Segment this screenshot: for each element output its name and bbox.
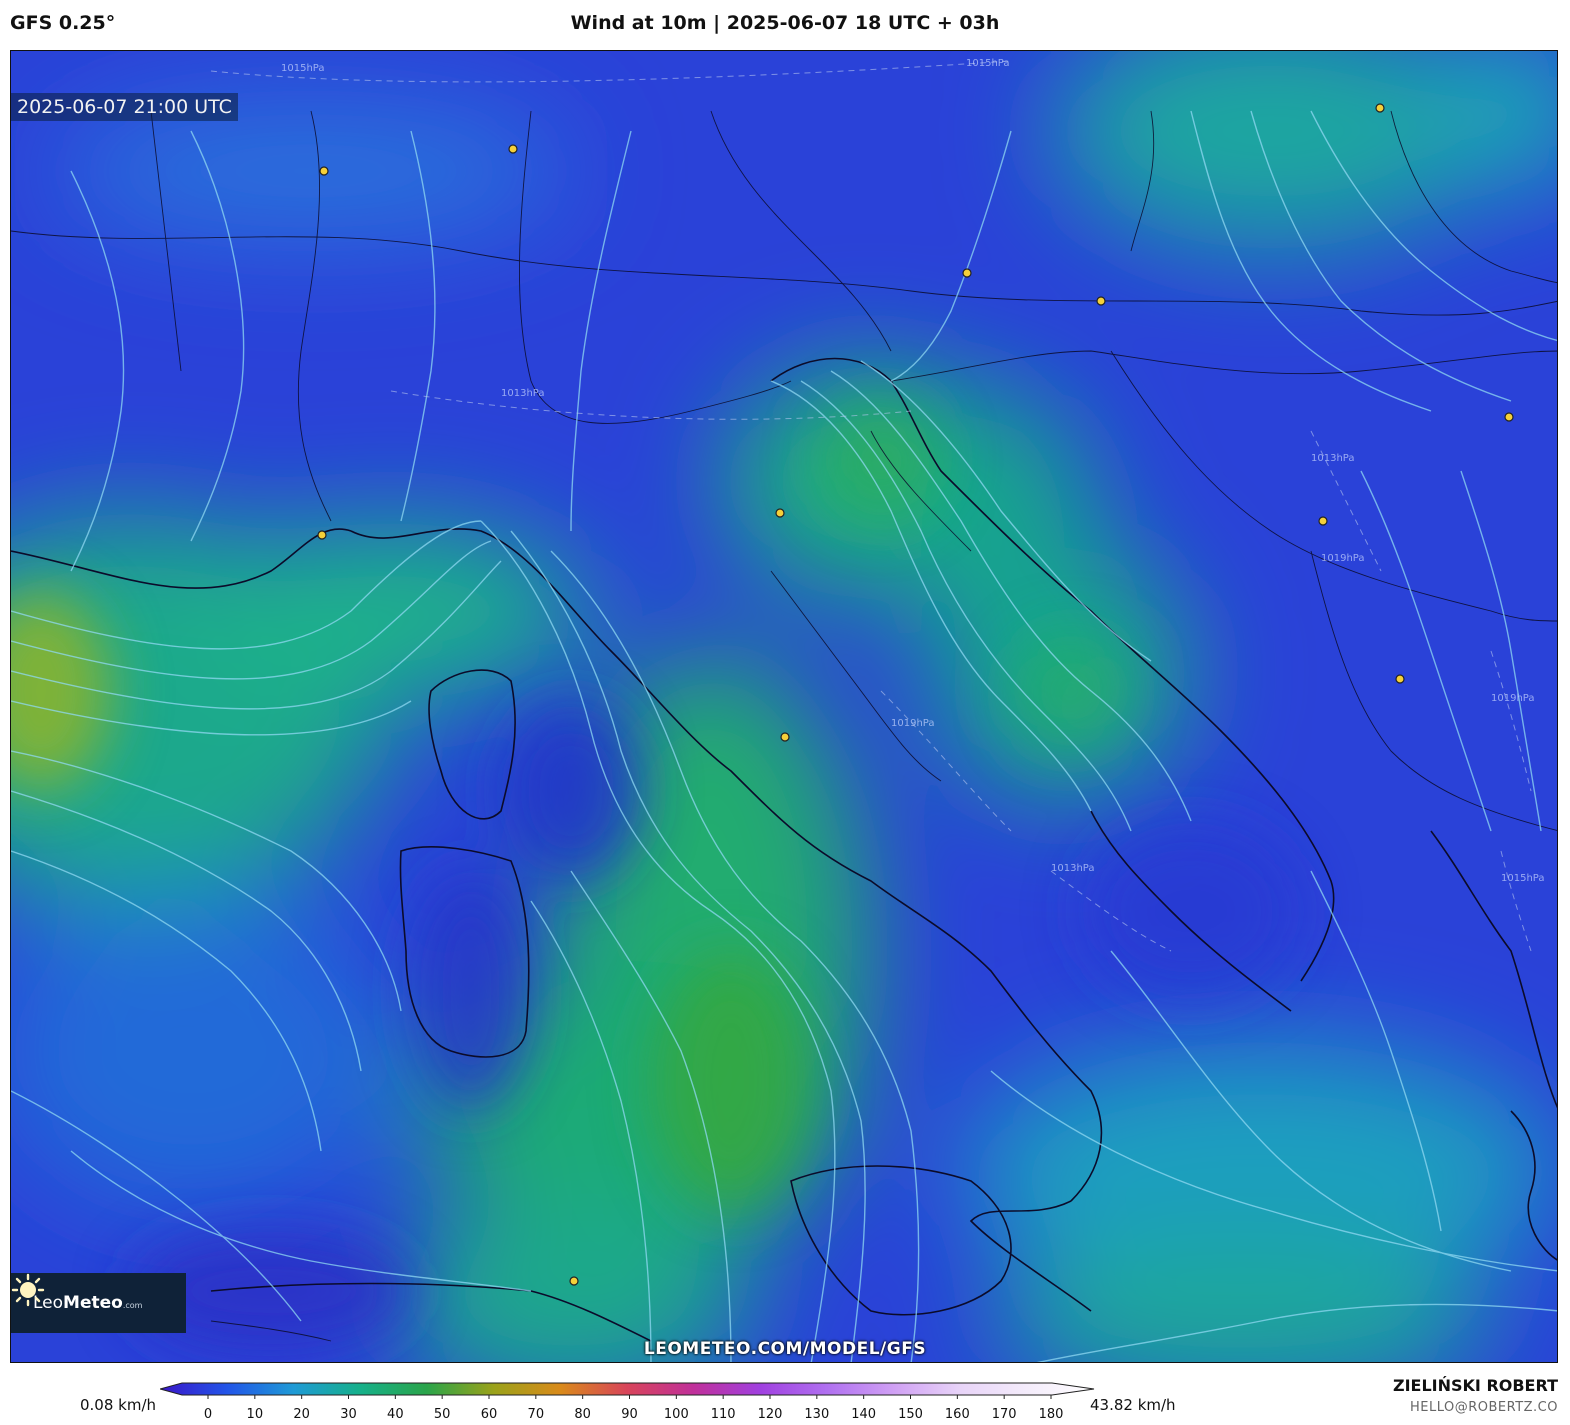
colorbar-tick-label: 110 bbox=[711, 1407, 736, 1422]
colorbar-tick-label: 20 bbox=[293, 1407, 310, 1422]
wind-speed-colorbar: 0 10 20 30 40 50 60 70 80 90 100 110 120 130 140 150 160… bbox=[160, 1382, 1095, 1422]
svg-text:1019hPa: 1019hPa bbox=[1321, 553, 1365, 564]
colorbar-bar bbox=[160, 1382, 1095, 1396]
brand-logo[interactable]: LeoMeteo.com bbox=[11, 1273, 186, 1333]
colorbar-max-label: 43.82 km/h bbox=[1090, 1396, 1176, 1414]
colorbar-tick-label: 120 bbox=[758, 1407, 783, 1422]
svg-text:1015hPa: 1015hPa bbox=[281, 63, 325, 74]
colorbar-tick-label: 130 bbox=[804, 1407, 829, 1422]
colorbar-tick-label: 80 bbox=[574, 1407, 591, 1422]
brand-name: LeoMeteo.com bbox=[33, 1293, 143, 1313]
wind-map[interactable]: 1015hPa 1013hPa 1013hPa 1019hPa 1015hPa … bbox=[10, 50, 1558, 1363]
colorbar-tick-label: 180 bbox=[1039, 1407, 1064, 1422]
colorbar-tick-label: 170 bbox=[992, 1407, 1017, 1422]
svg-text:1013hPa: 1013hPa bbox=[1311, 453, 1355, 464]
colorbar-min-label: 0.08 km/h bbox=[80, 1396, 157, 1414]
valid-time-label: 2025-06-07 21:00 UTC bbox=[11, 93, 238, 121]
colorbar-tick-label: 10 bbox=[247, 1407, 264, 1422]
svg-text:1013hPa: 1013hPa bbox=[1051, 863, 1095, 874]
colorbar-tick-label: 0 bbox=[204, 1407, 212, 1422]
author-email[interactable]: HELLO@ROBERTZ.CO bbox=[1410, 1400, 1558, 1415]
colorbar-tick-label: 30 bbox=[340, 1407, 357, 1422]
colorbar-tick-label: 50 bbox=[434, 1407, 451, 1422]
colorbar-tick-label: 70 bbox=[528, 1407, 545, 1422]
colorbar-tick-label: 90 bbox=[621, 1407, 638, 1422]
svg-text:1015hPa: 1015hPa bbox=[966, 58, 1010, 69]
colorbar-tick-label: 150 bbox=[898, 1407, 923, 1422]
sun-icon bbox=[11, 1273, 45, 1307]
colorbar-tick-label: 60 bbox=[481, 1407, 498, 1422]
wind-field-canvas: 1015hPa 1013hPa 1013hPa 1019hPa 1015hPa … bbox=[11, 51, 1557, 1362]
author-name: ZIELIŃSKI ROBERT bbox=[1392, 1376, 1558, 1395]
colorbar-tick-label: 160 bbox=[945, 1407, 970, 1422]
svg-text:1019hPa: 1019hPa bbox=[891, 718, 935, 729]
map-title: Wind at 10m | 2025-06-07 18 UTC + 03h bbox=[570, 12, 1000, 34]
svg-text:1019hPa: 1019hPa bbox=[1491, 693, 1535, 704]
colorbar-tick-label: 100 bbox=[664, 1407, 689, 1422]
svg-text:1015hPa: 1015hPa bbox=[1501, 873, 1545, 884]
colorbar-tick-label: 140 bbox=[851, 1407, 876, 1422]
source-url: LEOMETEO.COM/MODEL/GFS bbox=[643, 1339, 927, 1359]
colorbar-tick-label: 40 bbox=[387, 1407, 404, 1422]
svg-text:1013hPa: 1013hPa bbox=[501, 388, 545, 399]
